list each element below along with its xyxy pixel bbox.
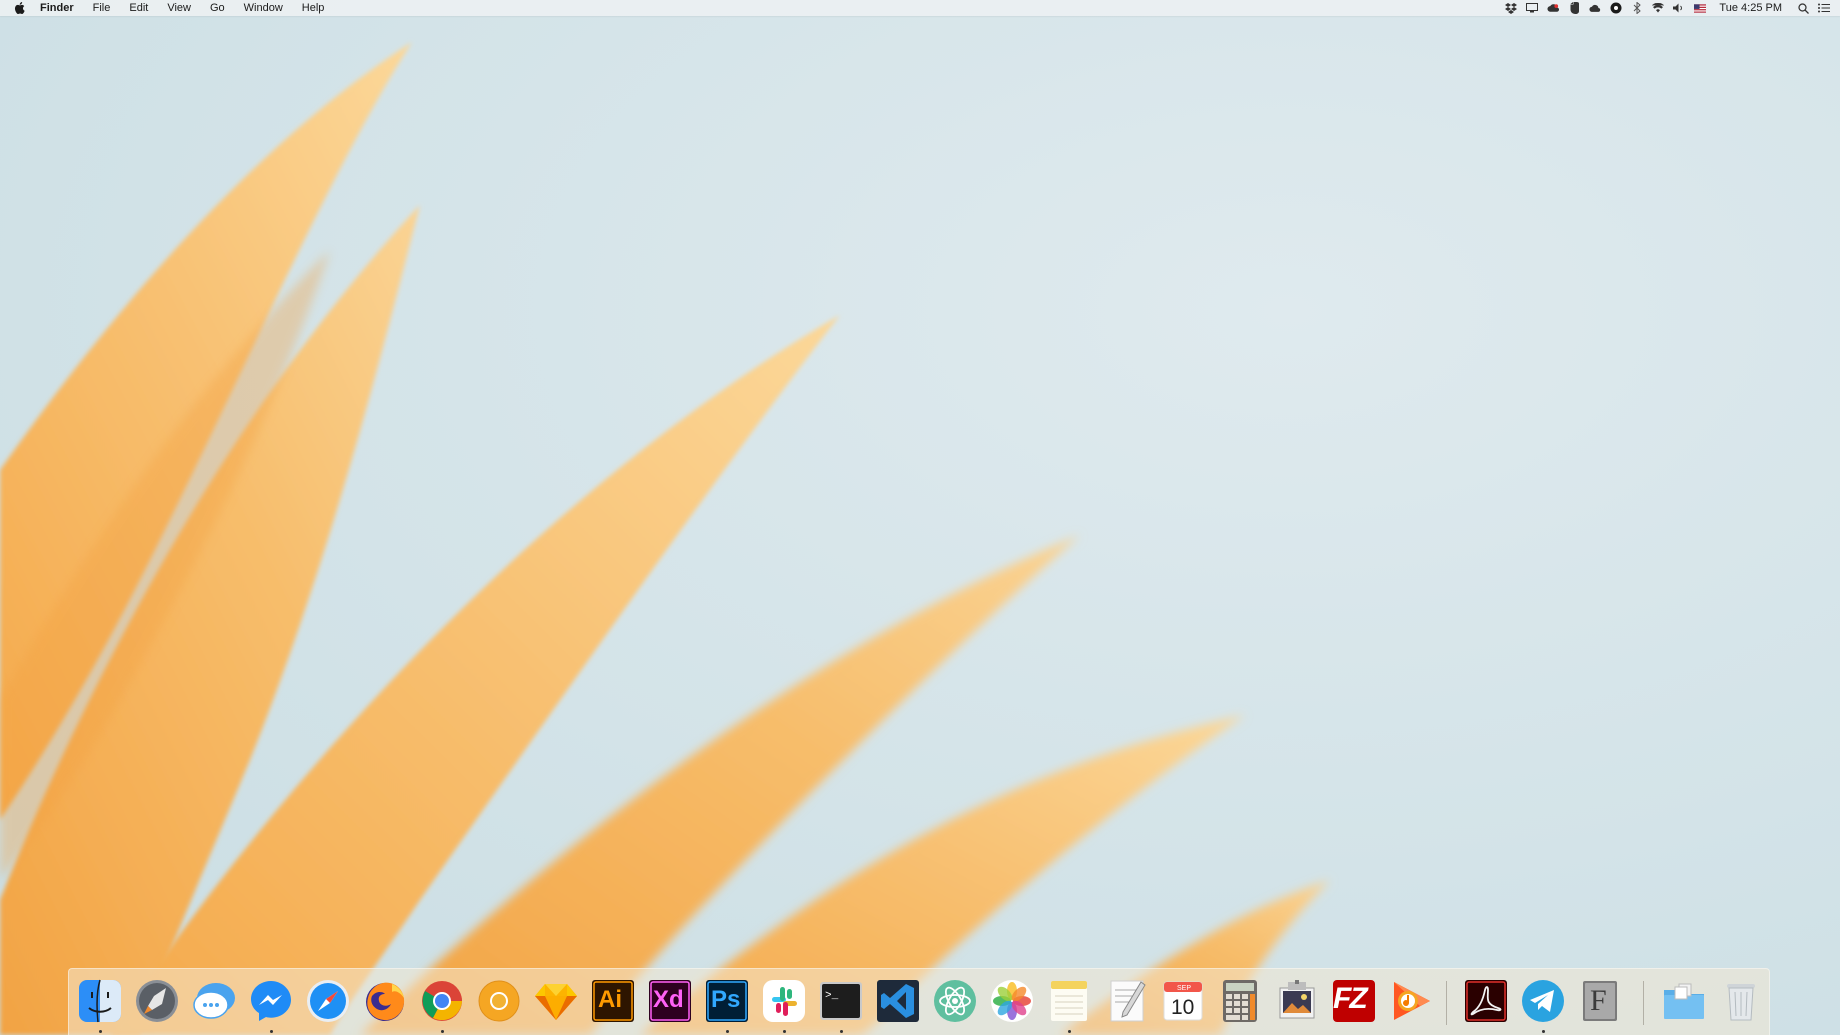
sunflower-petals-wallpaper xyxy=(0,42,1330,1035)
dock-item-filezilla[interactable]: FZ xyxy=(1329,976,1379,1026)
firefox-icon xyxy=(366,982,405,1021)
menu-help[interactable]: Help xyxy=(302,0,325,16)
illustrator-label: Ai xyxy=(598,986,622,1013)
running-indicator xyxy=(1542,1030,1545,1033)
dock-item-downloads[interactable] xyxy=(1659,976,1709,1026)
dock-item-adobe-xd[interactable]: Xd xyxy=(645,976,695,1026)
filezilla-label: FZ xyxy=(1333,982,1368,1015)
menu-window[interactable]: Window xyxy=(244,0,283,16)
running-indicator xyxy=(99,1030,102,1033)
menu-clock[interactable]: Tue 4:25 PM xyxy=(1719,2,1782,14)
evernote-icon[interactable] xyxy=(1568,2,1580,14)
launchpad-icon xyxy=(136,980,178,1022)
volume-icon[interactable] xyxy=(1673,2,1685,14)
acrobat-icon xyxy=(1465,980,1507,1022)
chrome-canary-icon xyxy=(478,980,520,1022)
dock-item-atom[interactable] xyxy=(930,976,980,1026)
dock-item-acrobat[interactable] xyxy=(1461,976,1511,1026)
google-play-music-icon xyxy=(1394,982,1430,1020)
finder-icon xyxy=(79,979,121,1023)
desktop-wallpaper xyxy=(0,0,1840,1035)
creative-cloud-icon[interactable] xyxy=(1547,2,1560,14)
dock-item-photos[interactable] xyxy=(987,976,1037,1026)
menu-go[interactable]: Go xyxy=(210,0,225,16)
record-icon[interactable] xyxy=(1610,2,1622,14)
photos-icon xyxy=(991,980,1033,1022)
sketch-icon xyxy=(535,984,577,1020)
dock: Ai Xd Ps >_ SEP 10 FZ F xyxy=(68,968,1770,1035)
menu-file[interactable]: File xyxy=(93,0,111,16)
dock-item-launchpad[interactable] xyxy=(132,976,182,1026)
menu-app-name[interactable]: Finder xyxy=(40,0,74,16)
dock-item-chrome-canary[interactable] xyxy=(474,976,524,1026)
dock-item-calculator[interactable] xyxy=(1215,976,1265,1026)
dock-item-textedit[interactable] xyxy=(1101,976,1151,1026)
bluetooth-icon[interactable] xyxy=(1631,2,1643,14)
dock-item-notes[interactable] xyxy=(1044,976,1094,1033)
menu-bar: Finder File Edit View Go Window Help Tue… xyxy=(0,0,1840,16)
adobe-xd-label: Xd xyxy=(653,986,684,1013)
running-indicator xyxy=(441,1030,444,1033)
us-flag-icon[interactable] xyxy=(1694,2,1707,14)
dock-item-vscode[interactable] xyxy=(873,976,923,1026)
terminal-label: >_ xyxy=(825,990,839,1002)
dock-item-safari[interactable] xyxy=(303,976,353,1026)
search-icon[interactable] xyxy=(1797,2,1809,14)
running-indicator xyxy=(726,1030,729,1033)
dock-item-slack[interactable] xyxy=(759,976,809,1033)
dock-item-terminal[interactable]: >_ xyxy=(816,976,866,1033)
telegram-icon xyxy=(1522,980,1564,1022)
apple-menu-icon[interactable] xyxy=(12,1,26,15)
calculator-icon xyxy=(1223,980,1257,1022)
messenger-icon xyxy=(251,981,291,1021)
chrome-icon xyxy=(422,981,462,1021)
calendar-day: 10 xyxy=(1171,996,1195,1019)
photoshop-label: Ps xyxy=(711,986,741,1013)
vscode-icon xyxy=(877,980,919,1022)
safari-icon xyxy=(307,980,349,1022)
dock-item-preview[interactable] xyxy=(1272,976,1322,1026)
dock-item-font-book[interactable]: F xyxy=(1575,976,1625,1026)
display-icon[interactable] xyxy=(1526,2,1539,14)
running-indicator xyxy=(1068,1030,1071,1033)
cloud-icon[interactable] xyxy=(1589,2,1601,14)
running-indicator xyxy=(270,1030,273,1033)
slack-icon xyxy=(763,980,805,1022)
menu-view[interactable]: View xyxy=(167,0,191,16)
dropbox-icon[interactable] xyxy=(1505,2,1518,14)
downloads-folder-icon xyxy=(1664,983,1704,1019)
dock-separator xyxy=(1446,981,1447,1025)
messages-icon xyxy=(193,983,235,1019)
dock-item-trash[interactable] xyxy=(1716,976,1766,1026)
dock-item-firefox[interactable] xyxy=(360,976,410,1026)
dock-item-sketch[interactable] xyxy=(531,976,581,1026)
dock-item-photoshop[interactable]: Ps xyxy=(702,976,752,1033)
dock-item-messenger[interactable] xyxy=(246,976,296,1033)
dock-item-finder[interactable] xyxy=(75,976,125,1033)
wifi-icon[interactable] xyxy=(1652,2,1665,14)
atom-icon xyxy=(934,980,976,1022)
dock-item-telegram[interactable] xyxy=(1518,976,1568,1033)
menu-edit[interactable]: Edit xyxy=(129,0,148,16)
running-indicator xyxy=(783,1030,786,1033)
dock-item-google-play-music[interactable] xyxy=(1386,976,1436,1026)
running-indicator xyxy=(840,1030,843,1033)
calendar-month: SEP xyxy=(1177,985,1192,992)
dock-item-messages[interactable] xyxy=(189,976,239,1026)
textedit-icon xyxy=(1110,980,1146,1022)
trash-icon xyxy=(1727,984,1755,1021)
preview-icon xyxy=(1279,980,1315,1019)
dock-separator xyxy=(1643,981,1644,1025)
dock-item-calendar[interactable]: SEP 10 xyxy=(1158,976,1208,1026)
notes-icon xyxy=(1051,981,1087,1021)
font-book-label: F xyxy=(1590,984,1607,1017)
dock-item-illustrator[interactable]: Ai xyxy=(588,976,638,1026)
dock-item-chrome[interactable] xyxy=(417,976,467,1033)
list-icon[interactable] xyxy=(1818,2,1830,14)
